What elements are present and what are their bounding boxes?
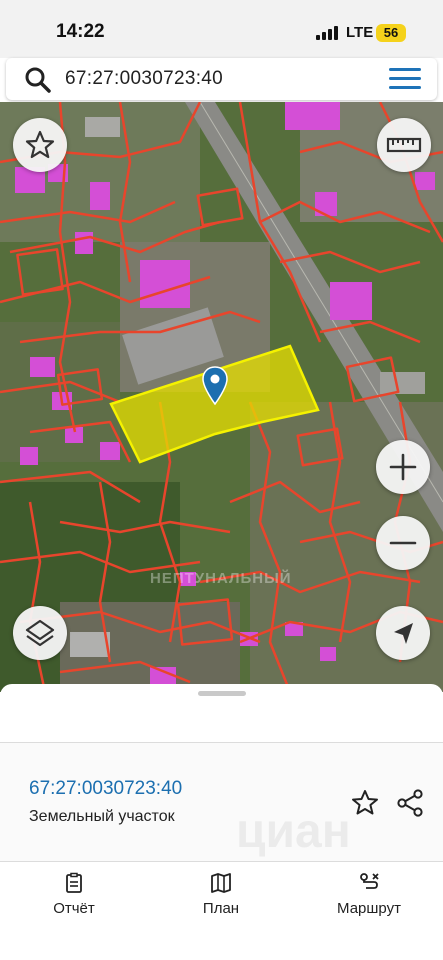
report-icon [66, 872, 82, 893]
map-view[interactable]: НЕПТУНАЛЬНЫЙ [0, 102, 443, 692]
divider [0, 861, 443, 862]
zoom-in-button[interactable] [376, 440, 430, 494]
zoom-out-button[interactable] [376, 516, 430, 570]
layers-icon [25, 619, 55, 647]
layers-button[interactable] [13, 606, 67, 660]
navigation-arrow-icon [394, 623, 413, 644]
star-icon [25, 130, 55, 159]
tab-plan[interactable]: План [166, 872, 276, 932]
search-bar[interactable]: 67:27:0030723:40 [6, 58, 437, 100]
signal-icon [316, 26, 338, 40]
search-input[interactable]: 67:27:0030723:40 [65, 68, 223, 90]
location-marker-icon [202, 366, 228, 406]
ruler-icon [386, 137, 422, 153]
favorite-button[interactable] [13, 118, 67, 172]
tab-plan-label: План [202, 900, 240, 917]
object-type-label: Земельный участок [29, 808, 175, 825]
status-time: 14:22 [56, 21, 105, 42]
plus-icon [389, 453, 417, 481]
sheet-handle[interactable] [198, 691, 246, 696]
tab-route[interactable]: Маршрут [314, 872, 424, 932]
status-bar: 14:22 LTE 56 [0, 0, 443, 58]
tab-report[interactable]: Отчёт [19, 872, 129, 932]
network-type: LTE [346, 24, 374, 41]
map-icon [211, 873, 231, 893]
ruler-button[interactable] [377, 118, 431, 172]
sheet-header [0, 700, 443, 742]
cadastral-number-link[interactable]: 67:27:0030723:40 [29, 778, 182, 800]
hamburger-menu-icon[interactable] [389, 68, 421, 90]
route-icon [360, 873, 379, 889]
search-icon[interactable] [24, 66, 52, 94]
bottom-sheet[interactable]: циан 67:27:0030723:40 Земельный участок … [0, 684, 443, 960]
minus-icon [389, 541, 417, 545]
battery-indicator: 56 [376, 24, 406, 42]
cian-watermark: циан [236, 805, 351, 858]
favorite-star-icon[interactable] [350, 788, 380, 818]
share-icon[interactable] [395, 788, 425, 818]
map-watermark: НЕПТУНАЛЬНЫЙ [150, 570, 292, 587]
locate-button[interactable] [376, 606, 430, 660]
tab-route-label: Маршрут [337, 900, 401, 917]
tab-report-label: Отчёт [53, 900, 95, 917]
